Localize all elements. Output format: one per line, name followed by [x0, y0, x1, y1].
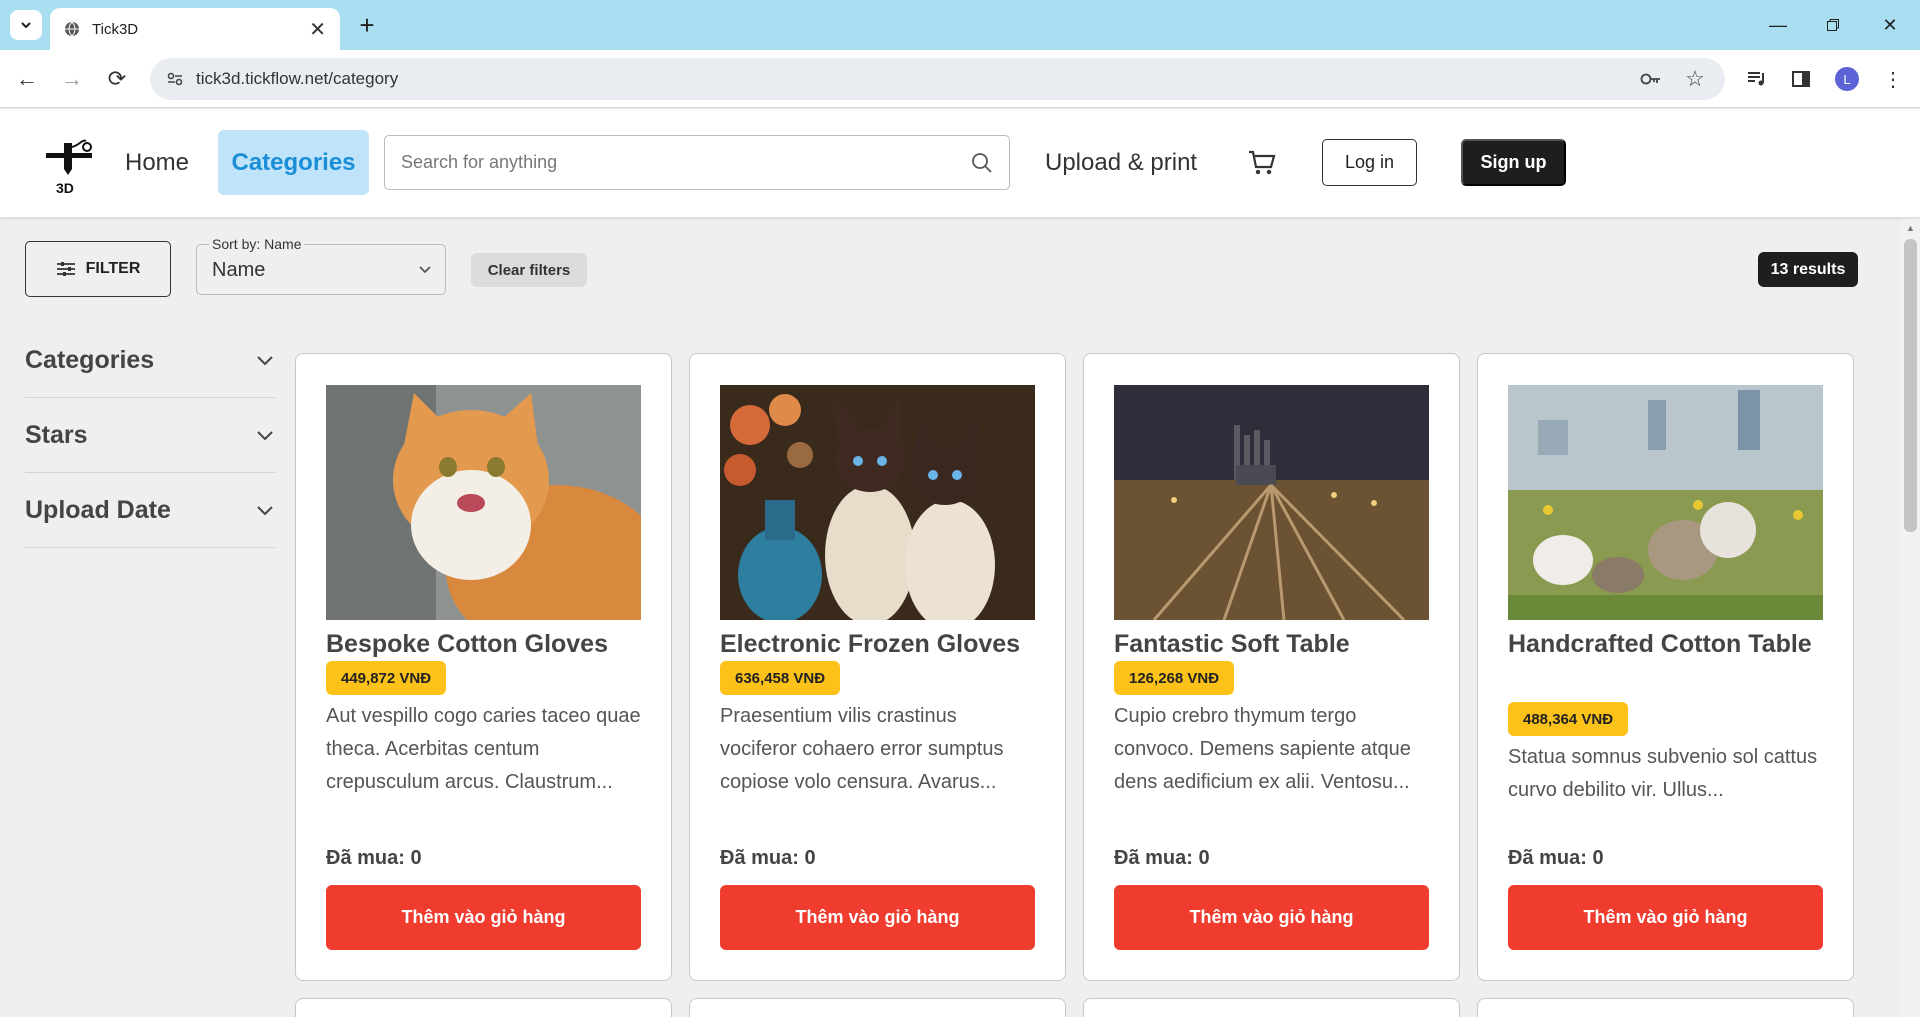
product-image[interactable]: [326, 385, 641, 620]
side-panel-icon[interactable]: [1784, 62, 1818, 96]
purchase-count: Đã mua: 0: [326, 847, 422, 869]
filter-label: FILTER: [85, 260, 141, 277]
price-badge: 126,268 VNĐ: [1114, 661, 1235, 695]
url-text: tick3d.tickflow.net/category: [196, 69, 399, 88]
product-title[interactable]: Bespoke Cotton Gloves: [326, 624, 646, 665]
site-header: 3D Home Categories Upload & print Log in…: [0, 109, 1920, 217]
sidebar-item-categories[interactable]: Categories: [25, 323, 275, 398]
purchase-count: Đã mua: 0: [1114, 847, 1210, 869]
tab-title: Tick3D: [92, 20, 139, 38]
site-settings-icon[interactable]: [166, 70, 184, 88]
product-description: Cupio crebro thymum tergo convoco. Demen…: [1114, 705, 1411, 793]
sidebar-item-label: Categories: [25, 345, 155, 374]
product-card[interactable]: [295, 998, 672, 1017]
product-title[interactable]: Fantastic Soft Table: [1114, 624, 1434, 665]
product-card[interactable]: Handcrafted Cotton Table 488,364 VNĐ Sta…: [1477, 353, 1854, 981]
browser-tab[interactable]: Tick3D ✕: [50, 8, 340, 50]
product-card[interactable]: [689, 998, 1066, 1017]
restore-icon[interactable]: [1813, 8, 1853, 42]
close-window-icon[interactable]: ✕: [1870, 8, 1910, 42]
sort-value: Name: [212, 259, 266, 281]
product-description: Aut vespillo cogo caries taceo quae thec…: [326, 705, 641, 793]
chevron-down-icon: [21, 22, 31, 29]
address-bar[interactable]: tick3d.tickflow.net/category ☆: [150, 58, 1725, 100]
nav-home[interactable]: Home: [125, 130, 189, 195]
product-image[interactable]: [720, 385, 1035, 620]
globe-icon: [65, 21, 79, 37]
clear-filters-button[interactable]: Clear filters: [471, 253, 587, 287]
close-tab-icon[interactable]: ✕: [309, 17, 326, 42]
add-to-cart-button[interactable]: Thêm vào giỏ hàng: [326, 885, 641, 950]
product-description: Statua somnus subvenio sol cattus curvo …: [1508, 746, 1818, 801]
sort-legend: Sort by: Name: [209, 236, 305, 252]
browser-tab-bar: Tick3D ✕ + — ✕: [0, 0, 1920, 50]
sidebar-item-stars[interactable]: Stars: [25, 398, 275, 473]
sidebar-item-upload-date[interactable]: Upload Date: [25, 473, 275, 548]
scroll-up-icon[interactable]: ▲: [1906, 223, 1915, 233]
cart-icon[interactable]: [1247, 130, 1277, 195]
nav-upload-print[interactable]: Upload & print: [1045, 130, 1197, 195]
back-icon[interactable]: ←: [10, 62, 44, 96]
scrollbar-thumb[interactable]: [1904, 239, 1917, 532]
price-badge: 488,364 VNĐ: [1508, 702, 1629, 736]
more-menu-icon[interactable]: ⋮: [1876, 62, 1910, 96]
bookmark-star-icon[interactable]: ☆: [1681, 65, 1709, 93]
media-control-icon[interactable]: [1740, 62, 1774, 96]
filter-button[interactable]: FILTER: [25, 241, 171, 297]
add-to-cart-button[interactable]: Thêm vào giỏ hàng: [1114, 885, 1429, 950]
profile-avatar[interactable]: L: [1830, 62, 1864, 96]
profile-initial: L: [1835, 67, 1859, 91]
printer-logo-icon: 3D: [46, 139, 92, 196]
purchase-count: Đã mua: 0: [1508, 847, 1604, 869]
chevron-down-icon: [257, 431, 273, 441]
add-to-cart-button[interactable]: Thêm vào giỏ hàng: [1508, 885, 1823, 950]
product-description: Praesentium vilis crastinus vociferor co…: [720, 705, 1004, 793]
price-badge: 636,458 VNĐ: [720, 661, 841, 695]
login-button[interactable]: Log in: [1322, 139, 1417, 186]
site-logo[interactable]: 3D: [42, 137, 98, 196]
results-count-badge: 13 results: [1758, 252, 1858, 287]
product-title[interactable]: Handcrafted Cotton Table: [1508, 624, 1828, 665]
reload-icon[interactable]: ⟳: [100, 62, 134, 96]
product-card[interactable]: Electronic Frozen Gloves 636,458 VNĐ Pra…: [689, 353, 1066, 981]
purchase-count: Đã mua: 0: [720, 847, 816, 869]
key-icon[interactable]: [1637, 65, 1665, 93]
product-card[interactable]: [1477, 998, 1854, 1017]
add-to-cart-button[interactable]: Thêm vào giỏ hàng: [720, 885, 1035, 950]
sidebar-item-label: Stars: [25, 420, 88, 449]
search-box: [384, 135, 1010, 190]
forward-icon[interactable]: →: [55, 62, 89, 96]
price-badge: 449,872 VNĐ: [326, 661, 447, 695]
logo-text: 3D: [56, 180, 74, 195]
tab-search-button[interactable]: [10, 10, 42, 40]
chevron-down-icon: [257, 356, 273, 366]
restore-window-icon: [1827, 19, 1839, 31]
product-card[interactable]: Bespoke Cotton Gloves 449,872 VNĐ Aut ve…: [295, 353, 672, 981]
search-icon[interactable]: [971, 152, 993, 174]
sort-select[interactable]: Sort by: Name Name: [196, 236, 446, 295]
sidebar-item-label: Upload Date: [25, 495, 171, 524]
nav-categories[interactable]: Categories: [218, 130, 369, 195]
browser-toolbar: ← → ⟳ tick3d.tickflow.net/category ☆ L ⋮: [0, 50, 1920, 108]
page-scrollbar[interactable]: ▲: [1901, 219, 1920, 1017]
product-card[interactable]: [1083, 998, 1460, 1017]
signup-button[interactable]: Sign up: [1461, 139, 1566, 186]
product-image[interactable]: [1114, 385, 1429, 620]
filter-sliders-icon: [56, 262, 75, 276]
chevron-down-icon: [257, 506, 273, 516]
new-tab-icon[interactable]: +: [352, 10, 382, 40]
search-input[interactable]: [401, 152, 971, 173]
product-card[interactable]: Fantastic Soft Table 126,268 VNĐ Cupio c…: [1083, 353, 1460, 981]
minimize-icon[interactable]: —: [1758, 8, 1798, 42]
product-image[interactable]: [1508, 385, 1823, 620]
product-title[interactable]: Electronic Frozen Gloves: [720, 624, 1040, 665]
chevron-down-icon: [419, 266, 431, 274]
